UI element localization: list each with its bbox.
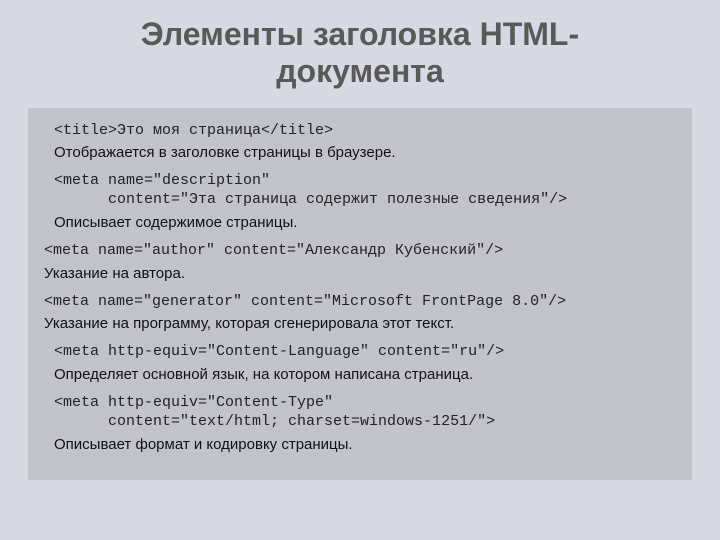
code-snippet: <title>Это моя страница</title>: [54, 122, 676, 141]
slide-title: Элементы заголовка HTML- документа: [0, 0, 720, 100]
code-snippet: <meta name="author" content="Александр К…: [44, 242, 676, 261]
description: Отображается в заголовке страницы в брау…: [54, 144, 676, 162]
code-snippet: <meta name="description" content="Эта ст…: [54, 172, 676, 210]
content-area: <title>Это моя страница</title> Отобража…: [28, 108, 692, 480]
item-4: <meta http-equiv="Content-Language" cont…: [44, 343, 676, 384]
title-line-2: документа: [276, 53, 444, 89]
item-2: <meta name="author" content="Александр К…: [44, 242, 676, 283]
description: Указание на автора.: [44, 265, 676, 283]
description: Описывает содержимое страницы.: [54, 214, 676, 232]
description: Описывает формат и кодировку страницы.: [54, 436, 676, 454]
item-5: <meta http-equiv="Content-Type" content=…: [44, 394, 676, 454]
description: Определяет основной язык, на котором нап…: [54, 366, 676, 384]
code-snippet: <meta http-equiv="Content-Type" content=…: [54, 394, 676, 432]
slide: Элементы заголовка HTML- документа <titl…: [0, 0, 720, 540]
item-0: <title>Это моя страница</title> Отобража…: [44, 122, 676, 163]
code-snippet: <meta http-equiv="Content-Language" cont…: [54, 343, 676, 362]
item-3: <meta name="generator" content="Microsof…: [44, 293, 676, 334]
description: Указание на программу, которая сгенериро…: [44, 315, 676, 333]
title-line-1: Элементы заголовка HTML-: [141, 16, 579, 52]
item-1: <meta name="description" content="Эта ст…: [44, 172, 676, 232]
code-snippet: <meta name="generator" content="Microsof…: [44, 293, 676, 312]
